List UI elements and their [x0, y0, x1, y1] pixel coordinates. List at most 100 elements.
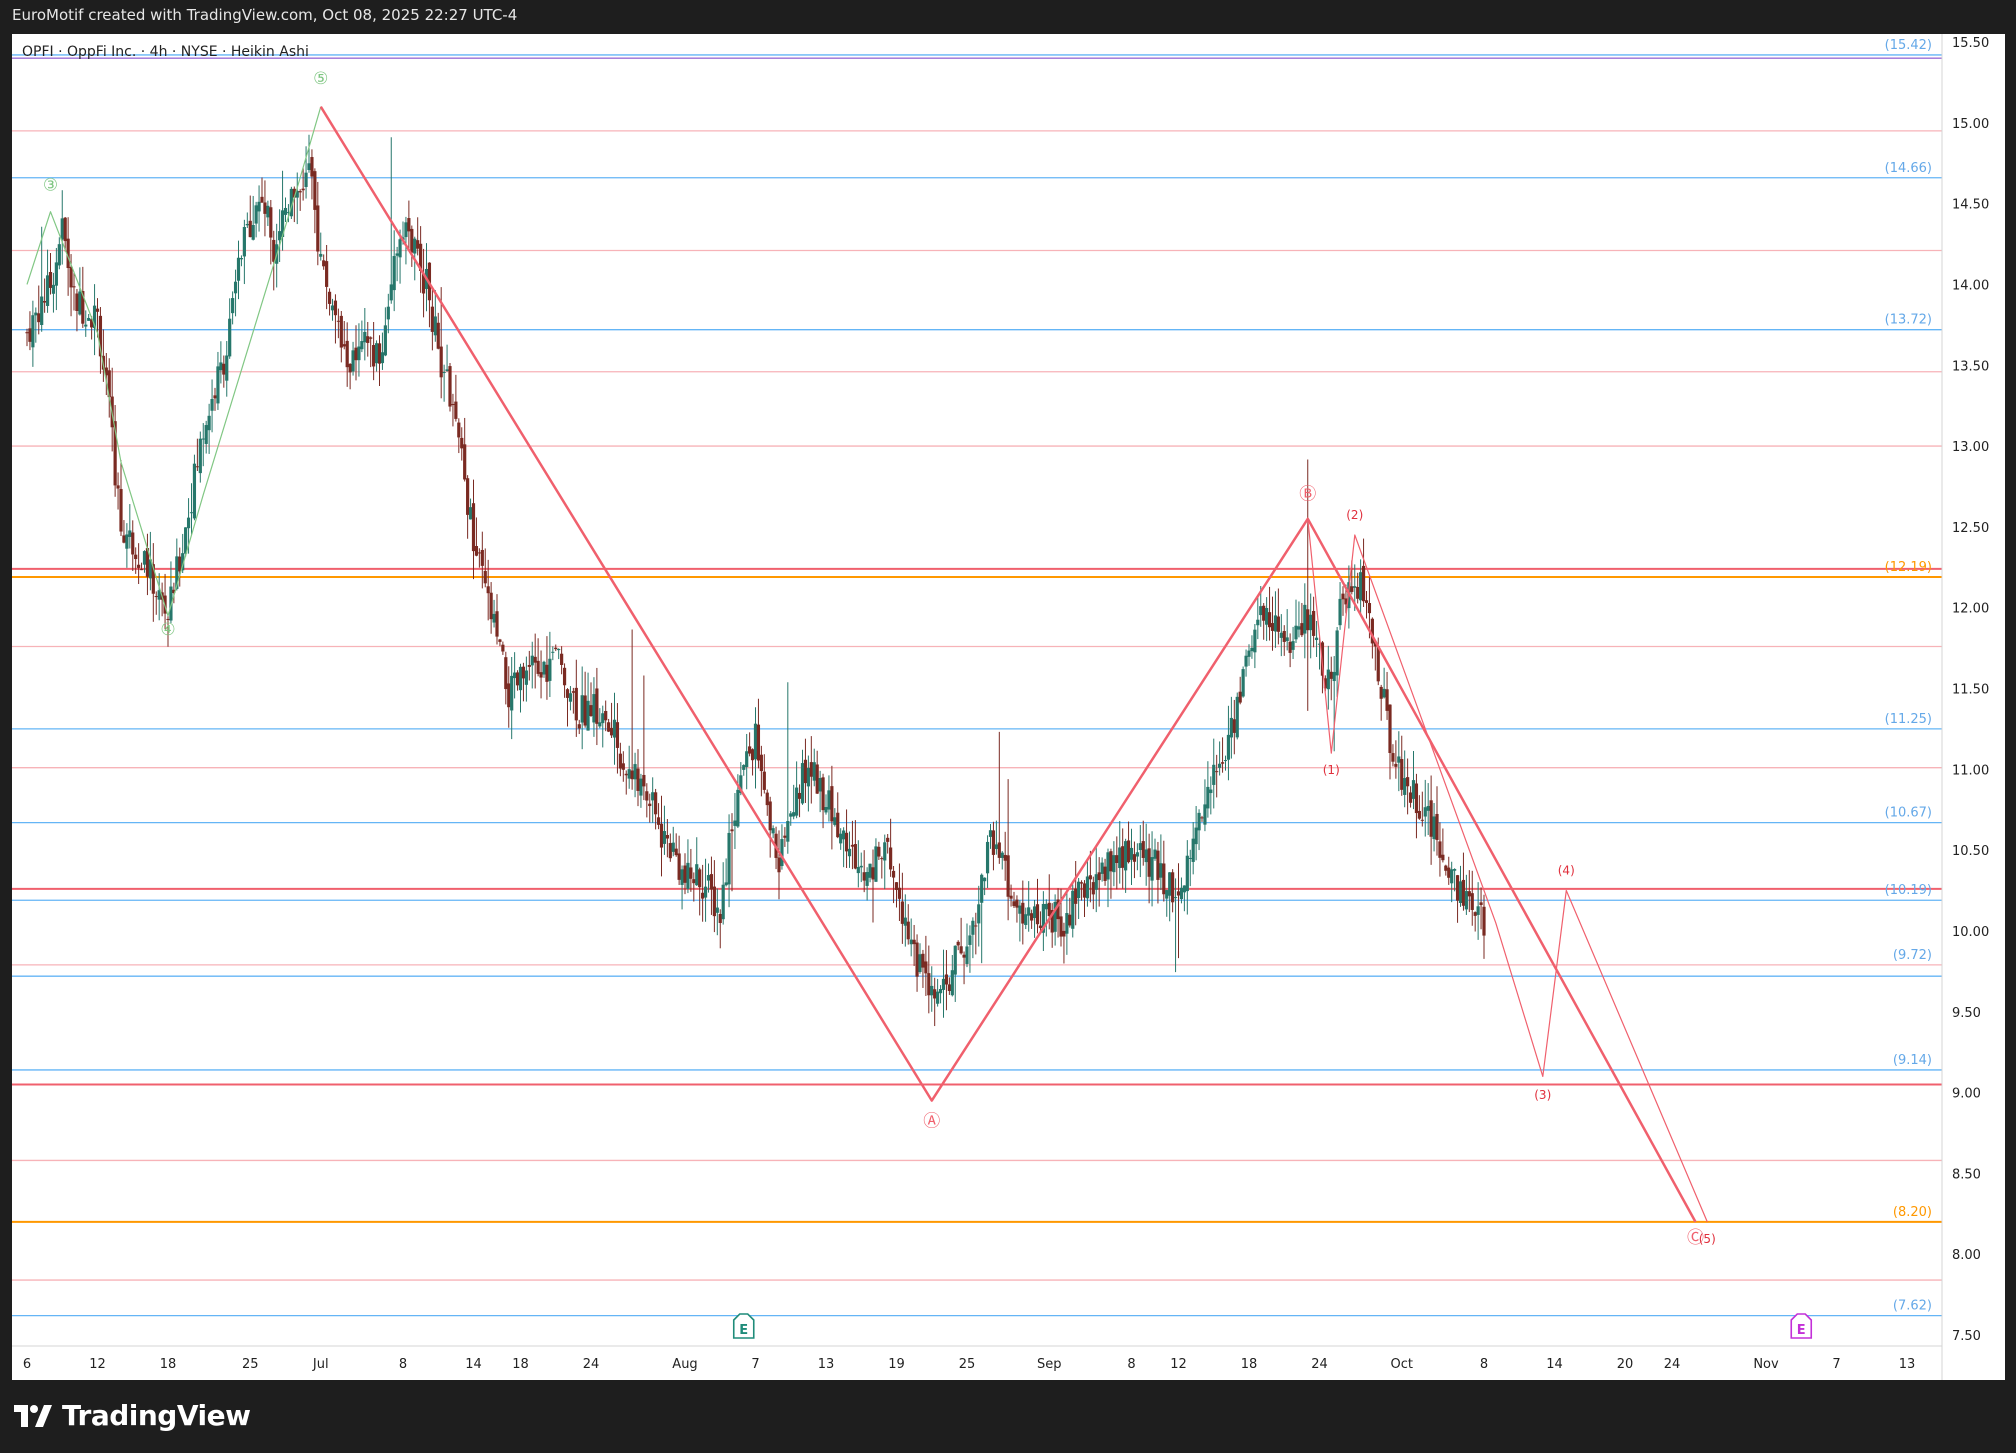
candle-body[interactable]	[521, 666, 526, 679]
candle-body[interactable]	[1247, 650, 1251, 657]
candle-body[interactable]	[1408, 792, 1413, 803]
candle-body[interactable]	[1021, 902, 1025, 924]
candle-body[interactable]	[1376, 646, 1380, 682]
candle-body[interactable]	[1077, 881, 1081, 899]
candle-body[interactable]	[1044, 903, 1048, 910]
candle-body[interactable]	[466, 478, 470, 515]
candle-body[interactable]	[325, 261, 329, 287]
candle-body[interactable]	[865, 871, 869, 886]
candle-body[interactable]	[1341, 593, 1345, 600]
candle-body[interactable]	[565, 689, 570, 698]
candle-body[interactable]	[753, 723, 758, 760]
candle-body[interactable]	[445, 369, 449, 371]
candle-body[interactable]	[1165, 890, 1169, 899]
chart-panel[interactable]: (15.42) (14.66) (13.72) (12.19) (11.25) (10.6…	[12, 34, 2005, 1380]
candle-body[interactable]	[310, 157, 314, 177]
candle-body[interactable]	[1441, 854, 1445, 861]
candle-body[interactable]	[468, 507, 473, 520]
candle-body[interactable]	[583, 695, 587, 726]
candle-body[interactable]	[742, 765, 746, 770]
candle-body[interactable]	[263, 202, 267, 214]
candle-body[interactable]	[504, 657, 508, 690]
candle-body[interactable]	[1015, 899, 1019, 908]
candle-body[interactable]	[1171, 872, 1175, 903]
candle-body[interactable]	[322, 260, 326, 267]
candle-body[interactable]	[648, 803, 652, 807]
candle-body[interactable]	[912, 939, 916, 945]
candle-body[interactable]	[1353, 586, 1357, 588]
candle-body[interactable]	[750, 749, 755, 761]
candle-body[interactable]	[856, 867, 860, 874]
candle-body[interactable]	[1100, 862, 1104, 874]
candle-body[interactable]	[1432, 816, 1436, 840]
candle-body[interactable]	[983, 877, 987, 882]
candle-body[interactable]	[448, 366, 452, 407]
candle-body[interactable]	[313, 171, 317, 210]
candle-body[interactable]	[988, 830, 993, 837]
candle-body[interactable]	[695, 864, 699, 886]
candle-body[interactable]	[656, 817, 661, 825]
candle-body[interactable]	[871, 867, 875, 880]
candle-body[interactable]	[1455, 875, 1460, 901]
candle-body[interactable]	[389, 284, 393, 301]
candle-body[interactable]	[395, 253, 399, 256]
candle-body[interactable]	[451, 404, 455, 406]
candle-body[interactable]	[1153, 849, 1157, 859]
candle-body[interactable]	[1141, 841, 1145, 858]
candle-body[interactable]	[225, 355, 229, 381]
candle-body[interactable]	[748, 746, 752, 754]
candle-body[interactable]	[501, 644, 505, 652]
candle-body[interactable]	[733, 820, 737, 826]
candle-body[interactable]	[327, 291, 332, 304]
candle-body[interactable]	[706, 875, 711, 881]
candle-body[interactable]	[513, 672, 517, 679]
candle-body[interactable]	[34, 312, 38, 316]
candle-body[interactable]	[372, 345, 376, 367]
candle-body[interactable]	[515, 672, 520, 686]
candle-body[interactable]	[219, 362, 223, 371]
candle-body[interactable]	[1168, 872, 1172, 896]
candle-body[interactable]	[668, 843, 672, 859]
candle-body[interactable]	[330, 305, 335, 311]
candle-body[interactable]	[1024, 914, 1028, 925]
candle-body[interactable]	[1367, 603, 1372, 614]
candle-body[interactable]	[947, 984, 951, 992]
candle-body[interactable]	[800, 763, 805, 804]
candle-body[interactable]	[665, 834, 669, 839]
candle-body[interactable]	[498, 639, 502, 642]
candle-body[interactable]	[692, 879, 696, 884]
candle-body[interactable]	[1156, 850, 1160, 880]
candle-body[interactable]	[128, 530, 132, 537]
candle-body[interactable]	[1464, 891, 1468, 910]
candle-body[interactable]	[868, 863, 872, 878]
candle-body[interactable]	[886, 837, 890, 842]
candle-body[interactable]	[759, 754, 763, 772]
candle-body[interactable]	[994, 844, 998, 849]
candle-body[interactable]	[1420, 819, 1424, 821]
candle-body[interactable]	[962, 954, 966, 958]
candle-body[interactable]	[1244, 655, 1248, 667]
candle-body[interactable]	[877, 846, 881, 857]
candle-body[interactable]	[1074, 888, 1078, 904]
candle-body[interactable]	[369, 337, 373, 339]
candle-body[interactable]	[198, 438, 202, 474]
candle-body[interactable]	[354, 347, 358, 361]
candle-body[interactable]	[980, 874, 984, 903]
candle-body[interactable]	[1071, 890, 1075, 929]
candle-body[interactable]	[580, 695, 584, 723]
candle-body[interactable]	[1397, 756, 1401, 763]
candle-body[interactable]	[1438, 841, 1442, 858]
candle-body[interactable]	[1256, 619, 1260, 626]
candle-body[interactable]	[844, 832, 849, 852]
candle-body[interactable]	[57, 244, 61, 266]
candle-body[interactable]	[1461, 879, 1466, 906]
candle-body[interactable]	[818, 778, 822, 792]
candle-body[interactable]	[1417, 810, 1421, 819]
candle-body[interactable]	[489, 592, 493, 620]
candle-body[interactable]	[260, 196, 264, 203]
candle-body[interactable]	[319, 253, 323, 257]
candle-body[interactable]	[645, 791, 649, 801]
earnings-marker[interactable]: E	[732, 1313, 755, 1339]
candle-body[interactable]	[251, 225, 255, 240]
candle-body[interactable]	[874, 846, 878, 882]
